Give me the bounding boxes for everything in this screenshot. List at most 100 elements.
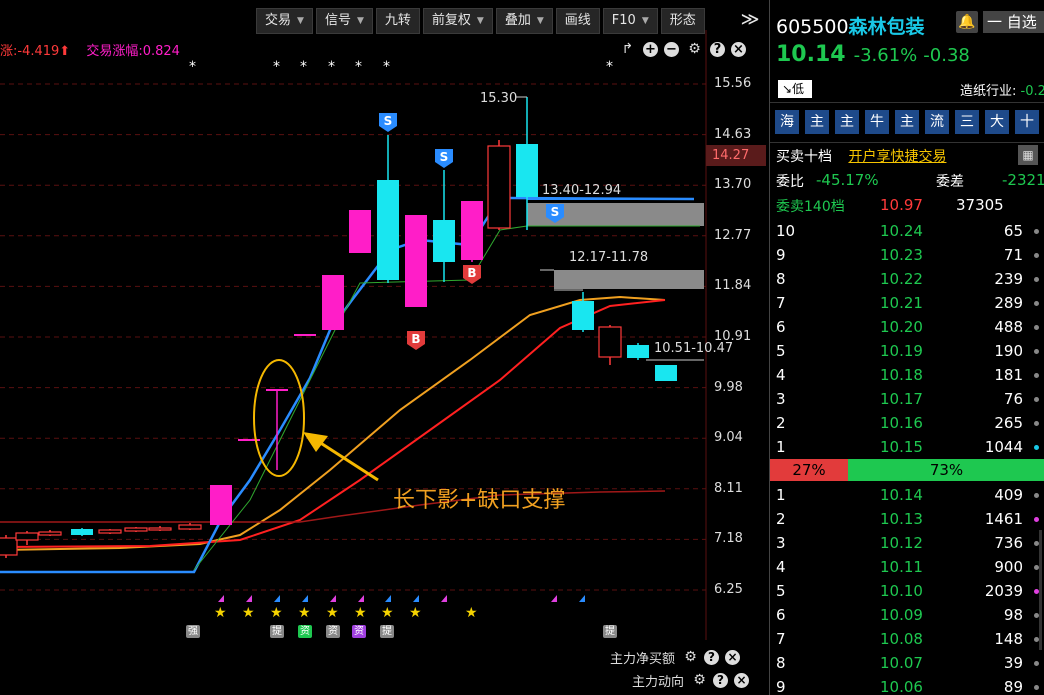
toolbar-button-2[interactable]: 九转 (375, 8, 420, 34)
price-axis-label: 6.25 (714, 582, 743, 597)
close-icon[interactable]: × (731, 42, 746, 57)
candle-body (377, 180, 399, 280)
caret-down-icon: ▼ (476, 16, 484, 26)
toolbar-button-3[interactable]: 前复权 ▼ (422, 8, 493, 34)
dot-icon (1034, 685, 1039, 690)
concept-tag[interactable]: 十 (1015, 110, 1039, 134)
kline-chart-panel[interactable]: SSSBB 涨:-4.419⬆ 交易涨幅:0.824 交易 ▼ 信号 ▼ 九转 前复权 ▼ 叠… (0, 0, 768, 695)
order-volume: 265 (994, 414, 1023, 432)
order-level: 4 (776, 558, 786, 576)
order-row[interactable]: 3 10.12 736 (776, 531, 1044, 555)
toolbar-button-label: F10 (611, 13, 636, 28)
order-price: 10.09 (880, 606, 923, 624)
order-row[interactable]: 7 10.08 148 (776, 627, 1044, 651)
share-icon[interactable]: ↱ (618, 40, 637, 59)
trend-arrow-icon (330, 595, 336, 602)
candle-body (38, 531, 62, 536)
order-row[interactable]: 8 10.07 39 (776, 651, 1044, 675)
order-row[interactable]: 6 10.09 98 (776, 603, 1044, 627)
bell-icon[interactable]: 🔔 (956, 11, 978, 33)
toolbar-button-7[interactable]: 形态 (660, 8, 705, 34)
toolbar-button-4[interactable]: 叠加 ▼ (495, 8, 553, 34)
toolbar-button-1[interactable]: 信号 ▼ (315, 8, 373, 34)
concept-tag[interactable]: 主 (805, 110, 829, 134)
trend-arrow-icon (218, 595, 224, 602)
order-price: 10.24 (880, 222, 923, 240)
kline-chart-canvas[interactable]: S S S B B (0, 0, 768, 695)
order-volume: 488 (994, 318, 1023, 336)
quote-panel: 605500森林包装 🔔 一 自选 10.14 -3.61% -0.38 ↘低 造纸… (769, 0, 1044, 695)
candle-body (178, 524, 202, 530)
signal-badge: 资 (352, 625, 366, 638)
order-level: 6 (776, 606, 786, 624)
close-icon[interactable]: × (734, 672, 750, 688)
concept-tag[interactable]: 主 (895, 110, 919, 134)
toolbar-button-5[interactable]: 画线 (555, 8, 600, 34)
open-account-link[interactable]: 开户享快捷交易 (848, 149, 946, 165)
order-row[interactable]: 4 10.18 181 (776, 363, 1044, 387)
industry-change: -0.2 (1020, 84, 1044, 99)
order-row[interactable]: 2 10.16 265 (776, 411, 1044, 435)
calculator-icon[interactable]: ▦ (1018, 145, 1038, 165)
order-row[interactable]: 6 10.20 488 (776, 315, 1044, 339)
order-row[interactable]: 1 10.14 409 (776, 483, 1044, 507)
order-row[interactable]: 10 10.24 65 (776, 219, 1044, 243)
order-row[interactable]: 9 10.23 71 (776, 243, 1044, 267)
order-row[interactable]: 8 10.22 239 (776, 267, 1044, 291)
scrollbar[interactable] (1039, 530, 1042, 650)
order-row[interactable]: 9 10.06 89 (776, 675, 1044, 695)
order-level: 8 (776, 654, 786, 672)
gear-icon[interactable]: ⚙ (692, 672, 707, 688)
concept-tags: 海主主牛主流三大十 (775, 110, 1039, 134)
plus-icon[interactable]: + (643, 42, 658, 57)
orderbook-title[interactable]: 买卖十档 (776, 149, 832, 165)
change-percent: -3.61% (853, 45, 918, 66)
order-row[interactable]: 7 10.21 289 (776, 291, 1044, 315)
order-row[interactable]: 4 10.11 900 (776, 555, 1044, 579)
close-icon[interactable]: × (725, 649, 741, 665)
trend-arrow-icon (358, 595, 364, 602)
help-icon[interactable]: ? (710, 42, 725, 57)
signal-asterisk-icon: * (328, 59, 335, 75)
order-row[interactable]: 1 10.15 1044 (776, 435, 1044, 459)
highlight-ellipse (253, 359, 305, 477)
order-row[interactable]: 5 10.19 190 (776, 339, 1044, 363)
indicator-title: 涨:-4.419⬆ 交易涨幅:0.824 (0, 40, 192, 59)
help-icon[interactable]: ? (704, 649, 720, 665)
concept-tag[interactable]: 大 (985, 110, 1009, 134)
order-row[interactable]: 5 10.10 2039 (776, 579, 1044, 603)
sell-summary-price: 10.97 (880, 196, 923, 214)
price-axis-label: 13.70 (714, 177, 752, 193)
price-axis-label: 12.77 (714, 227, 752, 243)
toolbar-button-6[interactable]: F10 ▼ (602, 8, 658, 34)
more-tools-icon[interactable]: ≫ (736, 8, 764, 34)
indicator-row-main-trend[interactable]: 主力动向 ⚙ ? × (632, 669, 750, 691)
candle-body (322, 275, 344, 330)
toolbar-button-0[interactable]: 交易 ▼ (256, 8, 313, 34)
dot-icon (1034, 397, 1039, 402)
trend-arrow-icon (551, 595, 557, 602)
order-row[interactable]: 3 10.17 76 (776, 387, 1044, 411)
gear-icon[interactable]: ⚙ (685, 40, 704, 59)
dot-icon (1034, 493, 1039, 498)
help-icon[interactable]: ? (713, 672, 729, 688)
order-price: 10.17 (880, 390, 923, 408)
low-badge[interactable]: ↘低 (778, 80, 812, 98)
concept-tag[interactable]: 主 (835, 110, 859, 134)
order-price: 10.22 (880, 270, 923, 288)
order-volume: 39 (1003, 654, 1023, 672)
price-axis-label: 7.18 (714, 531, 743, 547)
industry-info[interactable]: 造纸行业: -0.2 (960, 80, 1044, 99)
order-price: 10.15 (880, 438, 923, 456)
concept-tag[interactable]: 三 (955, 110, 979, 134)
concept-tag[interactable]: 海 (775, 110, 799, 134)
gear-icon[interactable]: ⚙ (683, 649, 698, 665)
order-row[interactable]: 2 10.13 1461 (776, 507, 1044, 531)
star-icon: ★ (242, 605, 255, 621)
minus-icon[interactable]: − (664, 42, 679, 57)
indicator-row-main-net-buy[interactable]: 主力净买额 ⚙ ? × (610, 646, 741, 668)
concept-tag[interactable]: 牛 (865, 110, 889, 134)
add-watchlist-button[interactable]: 一 自选 (983, 11, 1044, 33)
concept-tag[interactable]: 流 (925, 110, 949, 134)
order-price: 10.14 (880, 486, 923, 504)
